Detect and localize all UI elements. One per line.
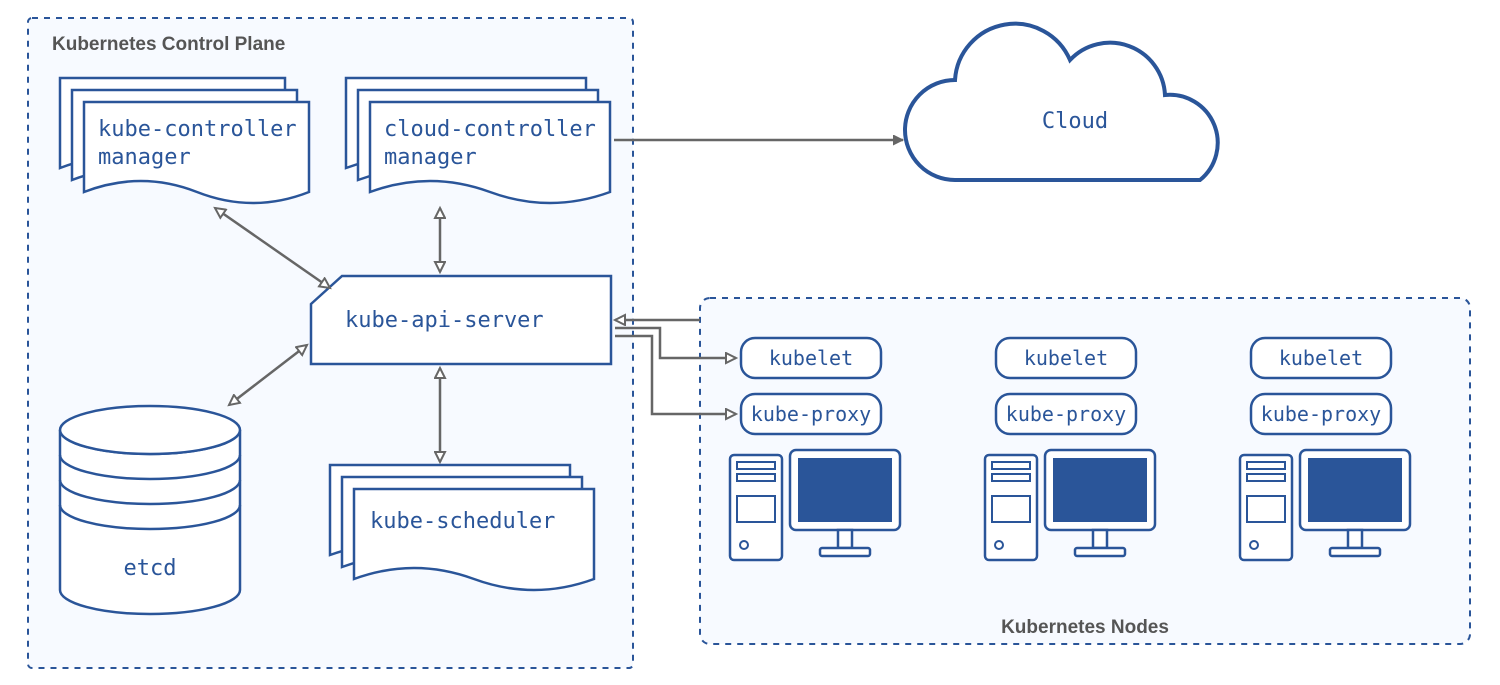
nodes-group: Kubernetes Nodes kubelet kube-proxy kub <box>700 298 1470 644</box>
kube-scheduler: kube-scheduler <box>330 465 594 590</box>
control-plane-title: Kubernetes Control Plane <box>52 34 285 55</box>
kcm-label-2: manager <box>98 145 191 170</box>
ccm-label-2: manager <box>384 145 477 170</box>
node3-kubelet: kubelet <box>1279 346 1363 370</box>
etcd-label: etcd <box>124 556 177 581</box>
node2-kubeproxy: kube-proxy <box>1006 402 1126 426</box>
kube-api-server: kube-api-server <box>311 276 611 364</box>
kube-controller-manager: kube-controller manager <box>60 78 309 203</box>
api-server-label: kube-api-server <box>345 308 544 333</box>
ccm-label-1: cloud-controller <box>384 117 596 142</box>
cloud-controller-manager: cloud-controller manager <box>346 78 610 203</box>
etcd: etcd <box>60 406 240 614</box>
node1-kubeproxy: kube-proxy <box>751 402 871 426</box>
scheduler-label: kube-scheduler <box>370 509 555 534</box>
cloud: Cloud <box>905 24 1218 180</box>
node3-kubeproxy: kube-proxy <box>1261 402 1381 426</box>
nodes-title: Kubernetes Nodes <box>1001 617 1169 638</box>
node2-kubelet: kubelet <box>1024 346 1108 370</box>
control-plane-group: Kubernetes Control Plane kube-controller… <box>28 18 633 668</box>
node1-kubelet: kubelet <box>769 346 853 370</box>
kcm-label-1: kube-controller <box>98 117 297 142</box>
cloud-label: Cloud <box>1042 109 1108 134</box>
